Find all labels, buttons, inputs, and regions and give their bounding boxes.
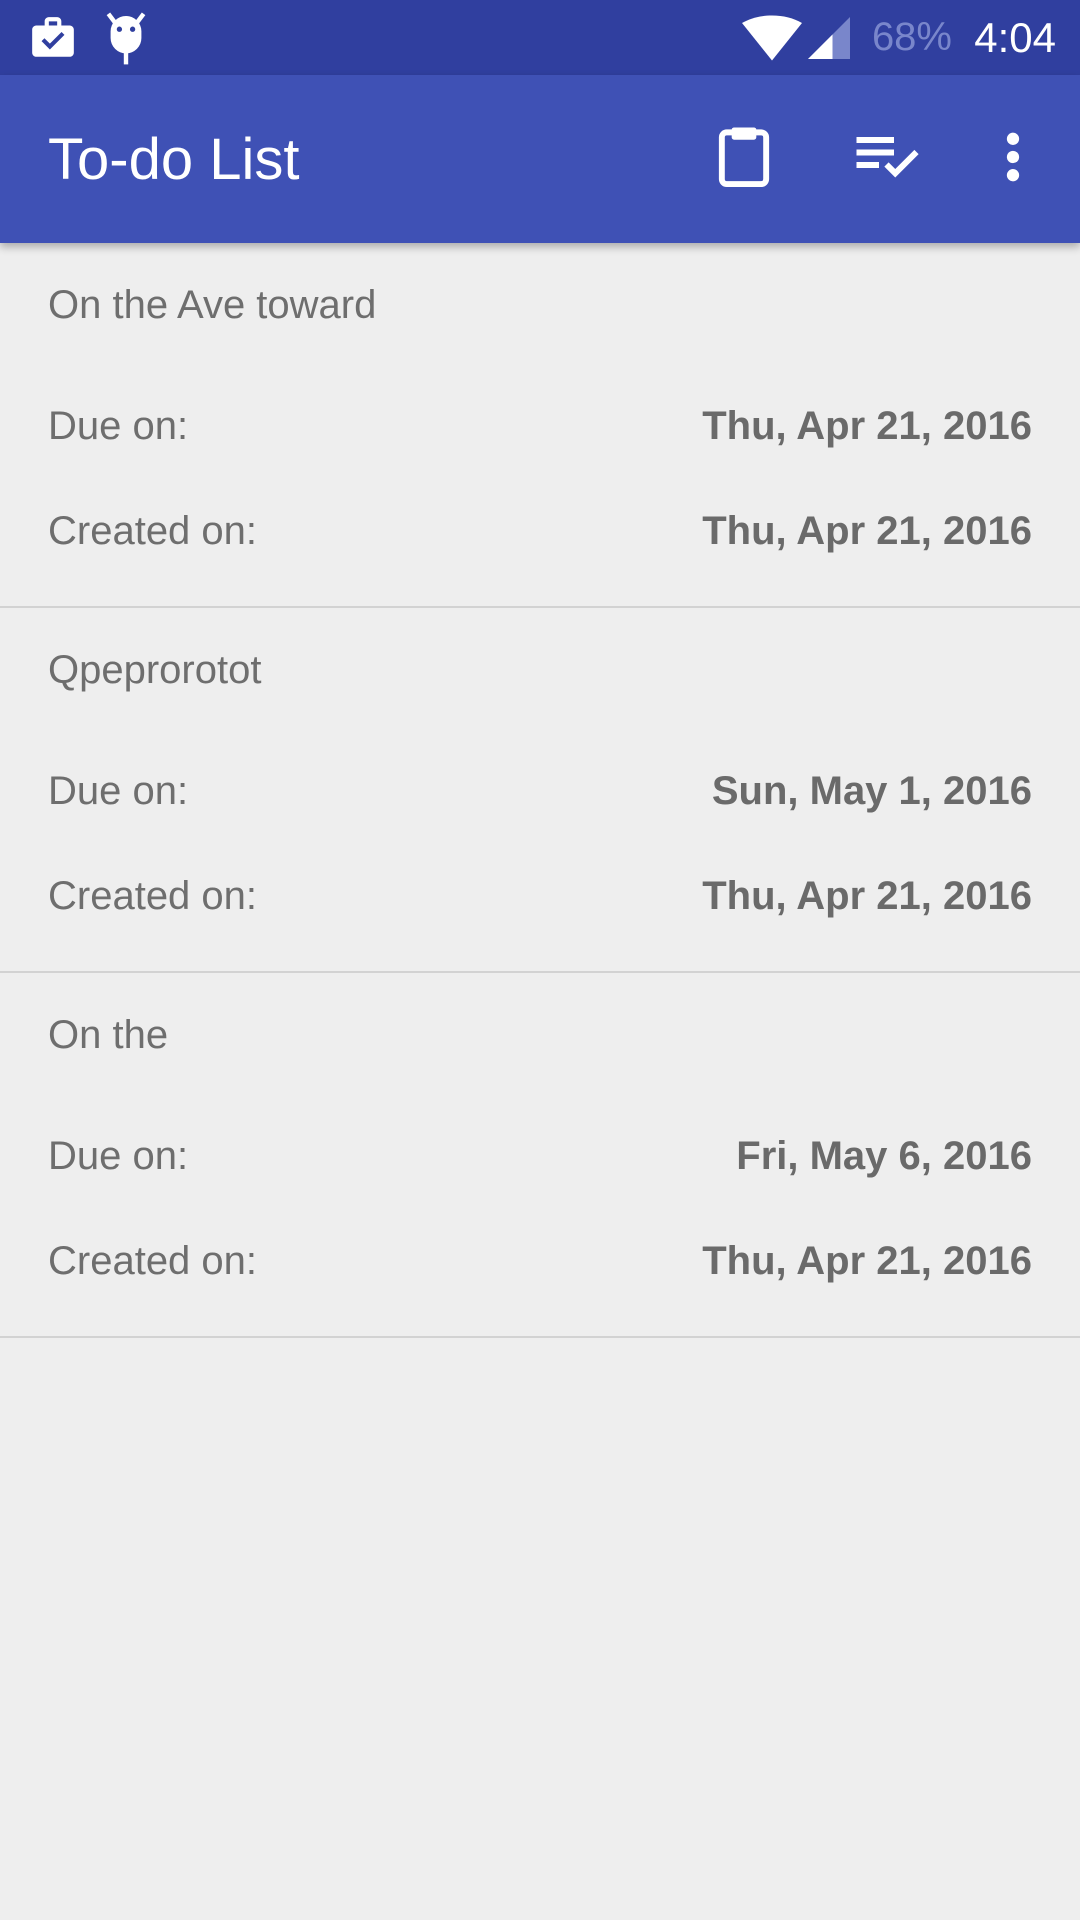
todo-title: On the Ave toward: [48, 283, 377, 327]
app-bar: To-do List: [0, 75, 1080, 243]
android-debug-icon: [104, 0, 148, 75]
due-date: Sun, May 1, 2016: [711, 768, 1032, 813]
due-label: Due on:: [48, 768, 189, 813]
created-label: Created on:: [48, 1238, 258, 1283]
due-label: Due on:: [48, 1133, 189, 1178]
clock: 4:04: [974, 13, 1056, 61]
list-item[interactable]: On the Ave toward Due on: Thu, Apr 21, 2…: [0, 243, 1080, 608]
created-row: Created on: Thu, Apr 21, 2016: [48, 866, 1032, 926]
created-date: Thu, Apr 21, 2016: [702, 1238, 1032, 1283]
created-row: Created on: Thu, Apr 21, 2016: [48, 501, 1032, 561]
wifi-icon: [742, 0, 802, 75]
cell-signal-icon: [808, 0, 850, 75]
todo-list: On the Ave toward Due on: Thu, Apr 21, 2…: [0, 243, 1080, 1338]
due-row: Due on: Fri, May 6, 2016: [48, 1126, 1032, 1186]
due-label: Due on:: [48, 403, 189, 448]
battery-percentage: 68%: [871, 15, 952, 59]
due-row: Due on: Sun, May 1, 2016: [48, 761, 1032, 821]
task-check-icon: [28, 0, 78, 75]
clipboard-icon: [714, 125, 774, 194]
created-label: Created on:: [48, 508, 258, 553]
overflow-menu-icon: [1006, 132, 1020, 187]
due-date: Fri, May 6, 2016: [736, 1133, 1032, 1178]
sort-checklist-icon: [856, 132, 922, 187]
clipboard-button[interactable]: [684, 99, 804, 219]
due-row: Due on: Thu, Apr 21, 2016: [48, 396, 1032, 456]
list-item[interactable]: Qpeprorotot Due on: Sun, May 1, 2016 Cre…: [0, 608, 1080, 973]
sort-checklist-button[interactable]: [829, 99, 949, 219]
todo-title: On the: [48, 1013, 169, 1057]
created-row: Created on: Thu, Apr 21, 2016: [48, 1231, 1032, 1291]
due-date: Thu, Apr 21, 2016: [702, 403, 1032, 448]
status-bar: 68% 4:04: [0, 0, 1080, 75]
todo-title: Qpeprorotot: [48, 648, 262, 692]
created-label: Created on:: [48, 873, 258, 918]
overflow-menu-button[interactable]: [953, 99, 1073, 219]
created-date: Thu, Apr 21, 2016: [702, 873, 1032, 918]
list-item[interactable]: On the Due on: Fri, May 6, 2016 Created …: [0, 973, 1080, 1338]
page-title: To-do List: [48, 126, 300, 192]
created-date: Thu, Apr 21, 2016: [702, 508, 1032, 553]
